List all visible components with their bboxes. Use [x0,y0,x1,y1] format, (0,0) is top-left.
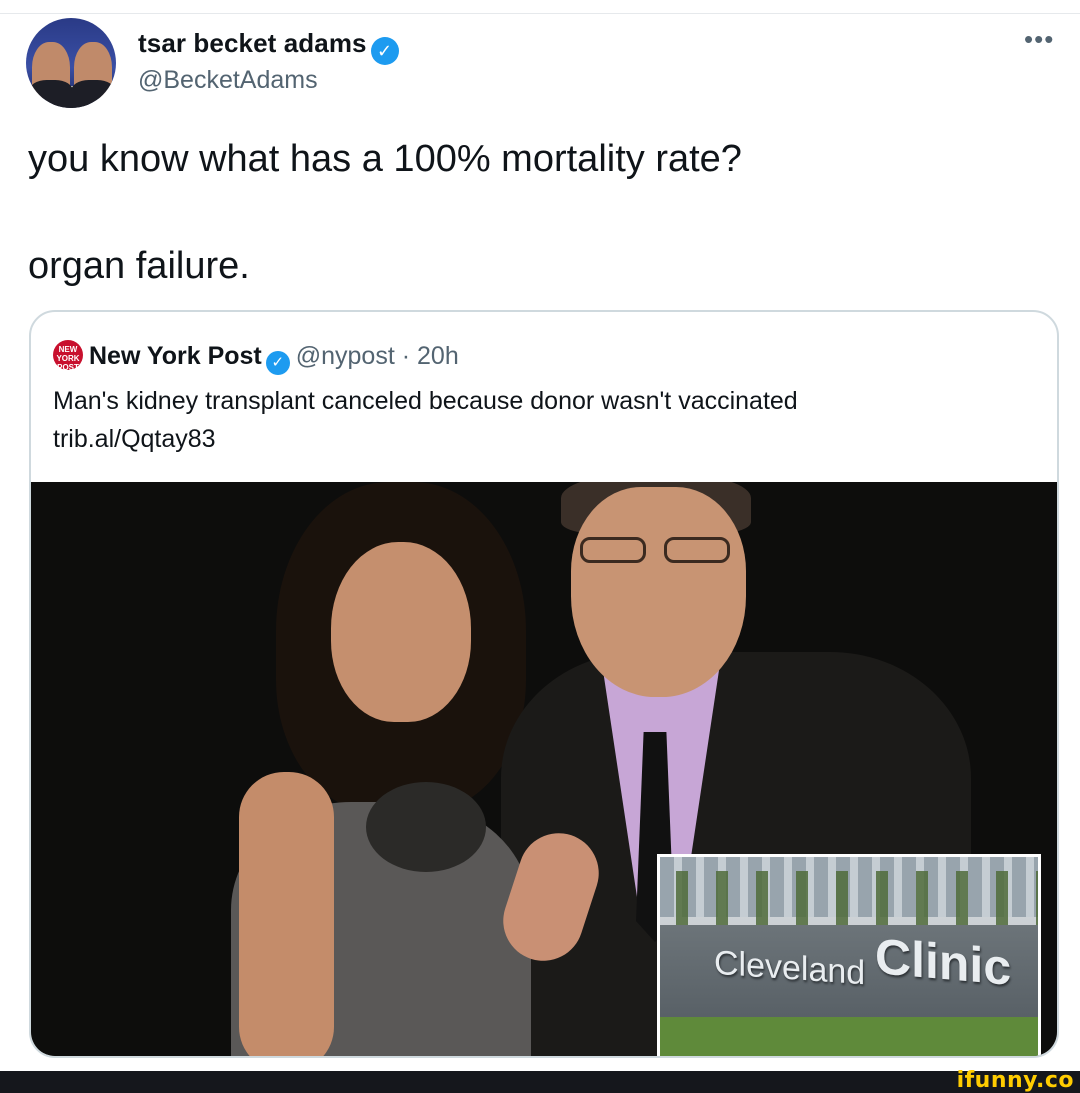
tweet-text-line-2: organ failure. [28,245,250,287]
watermark-bar: ifunny.co [0,1068,1080,1093]
quoted-verified-badge-icon: ✓ [265,351,290,375]
more-options-icon[interactable]: ••• [1024,24,1054,55]
quoted-link[interactable]: trib.al/Qqtay83 [53,420,798,458]
photo-man-glasses [576,537,736,563]
inset-trees [660,871,1038,931]
ifunny-watermark: ifunny.co [956,1068,1074,1093]
quoted-tweet-photo[interactable]: Cleveland Clinic [31,482,1057,1056]
verified-badge-icon: ✓ [370,37,399,65]
quoted-author-handle[interactable]: @nypost · 20h [296,342,459,370]
top-divider [0,13,1080,14]
quoted-separator: · [401,342,411,370]
quoted-author-name[interactable]: New York Post [89,342,262,370]
inset-sign-word-1: Cleveland [714,943,866,993]
avatar-suit-left [29,80,73,108]
photo-woman-neckline [366,782,486,872]
author-avatar[interactable] [26,18,116,108]
author-name-text[interactable]: tsar becket adams [138,28,367,58]
author-name[interactable]: tsar becket adams ✓ [138,28,399,65]
quoted-timestamp[interactable]: 20h [417,342,459,370]
photo-woman-arm [239,772,334,1056]
quoted-tweet-header: NEW YORK POST New York Post ✓ @nypost · 20h [53,340,459,375]
photo-woman-face [331,542,471,722]
quoted-headline: Man's kidney transplant canceled because… [53,387,798,415]
quoted-tweet-text: Man's kidney transplant canceled because… [53,382,798,458]
author-handle[interactable]: @BecketAdams [138,66,318,95]
quoted-tweet-card[interactable]: NEW YORK POST New York Post ✓ @nypost · 20h M… [29,310,1059,1058]
inset-sign-word-2: Clinic [875,928,1012,996]
photo-man-face [571,487,746,697]
avatar-suit-right [71,80,115,108]
inset-grass [660,1017,1038,1056]
nypost-logo-icon: NEW YORK POST [53,340,83,372]
clinic-inset-photo: Cleveland Clinic [657,854,1041,1056]
tweet-text-line-1: you know what has a 100% mortality rate? [28,138,742,180]
quoted-handle-text: @nypost [295,342,395,370]
inset-sign-text: Cleveland Clinic [714,928,1011,996]
